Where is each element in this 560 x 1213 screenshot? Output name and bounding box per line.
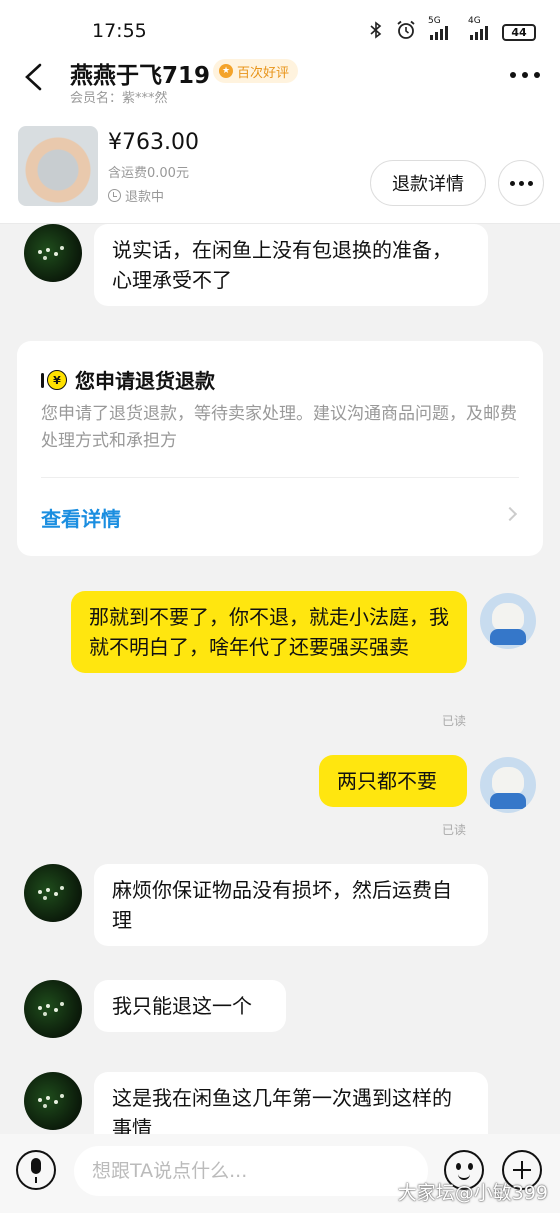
seller-avatar[interactable] [24, 980, 82, 1038]
rating-badge-label: 百次好评 [237, 65, 290, 81]
message-bubble[interactable]: 麻烦你保证物品没有损坏，然后运费自理 [94, 864, 488, 946]
message-bubble[interactable]: 说实话，在闲鱼上没有包退换的准备，心理承受不了 [94, 224, 488, 306]
view-details-link[interactable]: 查看详情 [41, 503, 121, 532]
more-options-button[interactable] [510, 72, 540, 78]
order-summary: ¥763.00 含运费0.00元 退款中 退款详情 [0, 110, 560, 224]
status-time: 17:55 [92, 20, 147, 42]
medal-icon: ★ [219, 64, 233, 78]
voice-input-button[interactable] [16, 1150, 56, 1190]
alarm-icon [396, 20, 416, 44]
message-bubble[interactable]: 那就到不要了，你不退，就走小法庭，我就不明白了，啥年代了还要强买强卖 [71, 591, 467, 673]
order-more-button[interactable] [498, 160, 544, 206]
read-receipt: 已读 [441, 823, 466, 837]
chevron-right-icon [502, 506, 518, 522]
refund-status-label: 退款中 [125, 190, 165, 205]
my-avatar[interactable] [480, 593, 536, 649]
product-thumbnail[interactable] [18, 126, 98, 206]
divider [41, 477, 519, 478]
message-bubble[interactable]: 我只能退这一个 [94, 980, 286, 1032]
rating-badge: ★ 百次好评 [213, 59, 299, 83]
status-icons: 5G 4G 44 [370, 16, 536, 44]
message-list[interactable]: 说实话，在闲鱼上没有包退换的准备，心理承受不了 ¥ 您申请退货退款 您申请了退货… [0, 224, 560, 1134]
refund-coin-icon: ¥ [41, 370, 67, 392]
order-price: ¥763.00 [108, 130, 199, 155]
signal-5g-icon: 5G [428, 16, 448, 40]
message-input[interactable] [74, 1146, 428, 1196]
clock-icon [108, 189, 121, 202]
status-bar: 17:55 5G 4G 44 [0, 0, 560, 50]
signal-5g-label: 5G [428, 16, 441, 26]
seller-avatar[interactable] [24, 1072, 82, 1130]
member-name: 会员名：紫***然 [70, 91, 168, 106]
watermark: 大家坛@小敏399 [397, 1182, 548, 1204]
signal-4g-label: 4G [468, 16, 481, 26]
battery-icon: 44 [502, 23, 536, 41]
signal-4g-icon: 4G [468, 16, 488, 40]
message-bubble[interactable]: 两只都不要 [319, 755, 467, 807]
chevron-left-icon [25, 63, 42, 91]
seller-avatar[interactable] [24, 864, 82, 922]
contact-name[interactable]: 燕燕于飞719 [70, 56, 210, 90]
refund-card-description: 您申请了退货退款，等待卖家处理。建议沟通商品问题，及邮费处理方式和承担方 [41, 404, 517, 451]
refund-details-button[interactable]: 退款详情 [370, 160, 486, 206]
back-button[interactable] [22, 62, 46, 92]
read-receipt: 已读 [441, 714, 466, 728]
bluetooth-icon [370, 21, 382, 43]
chat-header: 燕燕于飞719 ★ 百次好评 会员名：紫***然 [0, 50, 560, 110]
shipping-fee: 含运费0.00元 [108, 166, 189, 181]
refund-status: 退款中 [108, 186, 164, 205]
my-avatar[interactable] [480, 757, 536, 813]
refund-request-card[interactable]: ¥ 您申请退货退款 您申请了退货退款，等待卖家处理。建议沟通商品问题，及邮费处理… [17, 341, 543, 556]
refund-card-title: 您申请退货退款 [75, 369, 215, 393]
seller-avatar[interactable] [24, 224, 82, 282]
message-bubble[interactable]: 这是我在闲鱼这几年第一次遇到这样的事情 [94, 1072, 488, 1134]
